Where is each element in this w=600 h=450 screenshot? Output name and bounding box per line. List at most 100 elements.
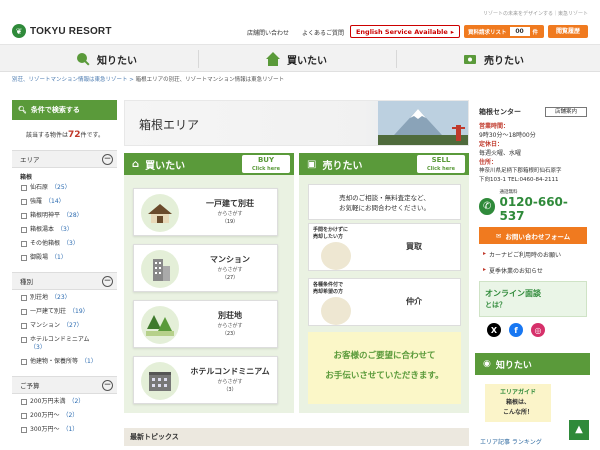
filter-checkbox[interactable]: 200万円～ （2）	[12, 412, 117, 426]
store-inquiry-link[interactable]: 店舗問い合わせ	[247, 28, 289, 37]
filter-checkbox[interactable]: 300万円～ （1）	[12, 426, 117, 440]
main-content: 箱根エリア	[124, 100, 469, 146]
checkbox[interactable]	[21, 323, 27, 329]
buy-card-detached-villa[interactable]: 一戸建て別荘 からさがす （19）	[133, 188, 278, 236]
faq-link[interactable]: よくあるご質問	[302, 28, 344, 37]
chevron-right-icon: ▸	[450, 27, 455, 36]
consult-message: お客様のご要望に合わせて お手伝いさせていただきます。	[308, 332, 461, 404]
checkbox[interactable]	[21, 337, 27, 343]
buy-panel: 一戸建て別荘 からさがす （19） マンション からさがす （27） 別荘地 か…	[124, 175, 294, 413]
checkbox[interactable]	[21, 427, 27, 433]
collapse-icon[interactable]: −	[102, 275, 113, 287]
section-budget-header[interactable]: ご予算 −	[12, 376, 117, 394]
ranking-link[interactable]: エリア記事 ランキング	[480, 437, 542, 446]
breadcrumb-home[interactable]: 別荘、リゾートマンション情報は東急リゾート	[12, 77, 128, 83]
checkbox[interactable]	[21, 255, 27, 261]
leaf-icon: ❦	[12, 24, 26, 38]
sell-tag[interactable]: SELL Click here	[417, 155, 465, 173]
magnifier-icon: ◉	[483, 359, 491, 369]
x-icon[interactable]: X	[487, 323, 501, 337]
sns-links: X f ◎	[475, 317, 590, 337]
arrow-up-icon: ▲	[575, 424, 583, 435]
house-icon	[266, 52, 280, 66]
nav-buy[interactable]: 買いたい	[265, 45, 327, 73]
filter-checkbox[interactable]: 一戸建て別荘 （19）	[12, 308, 117, 322]
magnifier-icon	[77, 53, 90, 66]
area-group-label: 箱根	[20, 174, 33, 181]
logo-text: TOKYU RESORT	[30, 25, 112, 37]
filter-checkbox[interactable]: 箱根湯本 （3）	[12, 226, 117, 240]
area-banner: 箱根エリア	[124, 100, 469, 146]
person-icon	[321, 297, 351, 325]
sell-icon: ▣	[307, 158, 317, 170]
logo[interactable]: ❦ TOKYU RESORT	[12, 24, 112, 38]
breadcrumb: 別荘、リゾートマンション情報は東急リゾート > 箱根エリアの別荘、リゾートマンシ…	[12, 77, 285, 83]
collapse-icon[interactable]: −	[102, 379, 113, 391]
filter-checkbox[interactable]: 御殿場 （1）	[12, 254, 117, 268]
forest-land-icon	[141, 306, 179, 344]
section-type-header[interactable]: 種別 −	[12, 272, 117, 290]
search-icon: 🔍︎	[18, 106, 27, 114]
buy-card-mansion[interactable]: マンション からさがす （27）	[133, 244, 278, 292]
online-meeting-banner[interactable]: オンライン面談 とは？	[479, 281, 587, 317]
mail-icon: ✉	[495, 231, 502, 240]
filter-checkbox[interactable]: その他箱根 （3）	[12, 240, 117, 254]
request-list-button[interactable]: 資料請求リスト 00 件	[464, 25, 544, 38]
free-dial[interactable]: ✆ 通話無料 0120-660-537	[475, 185, 590, 223]
request-count: 00	[509, 27, 530, 36]
filter-checkbox[interactable]: 箱根明神平 （28）	[12, 212, 117, 226]
section-area-header[interactable]: エリア −	[12, 150, 117, 168]
checkbox[interactable]	[21, 185, 27, 191]
store-info-panel: 箱根センター 店舗案内 営業時間： 9時30分～18時00分 定休日： 毎週火曜…	[475, 100, 590, 337]
know-header[interactable]: ◉ 知りたい	[475, 353, 590, 375]
checkbox[interactable]	[21, 413, 27, 419]
mansion-icon	[141, 250, 179, 288]
top-header: リゾートの未来をデザインする｜東急リゾート ❦ TOKYU RESORT 店舗問…	[0, 0, 600, 44]
filter-checkbox[interactable]: ホテルコンドミニアム （3）	[12, 336, 117, 358]
buy-card-land[interactable]: 別荘地 からさがす （23）	[133, 300, 278, 348]
checkbox[interactable]	[21, 199, 27, 205]
car-nav-link[interactable]: ▸ カーナビご利用時のお願い	[475, 244, 590, 259]
filter-checkbox[interactable]: 強羅 （14）	[12, 198, 117, 212]
filter-checkbox[interactable]: 別荘地 （23）	[12, 294, 117, 308]
person-icon	[321, 242, 351, 270]
summer-holiday-link[interactable]: ▸ 夏季休業のお知らせ	[475, 259, 590, 275]
center-title: 箱根センター	[479, 108, 521, 116]
sell-card-brokerage[interactable]: 各種条件付で 売却希望の方 仲介	[308, 278, 461, 326]
history-button[interactable]: 閲覧履歴	[548, 25, 588, 38]
nav-sell[interactable]: 売りたい	[462, 45, 524, 73]
checkbox[interactable]	[21, 295, 27, 301]
checkbox[interactable]	[21, 359, 27, 365]
search-header: 🔍︎ 条件で検索する	[12, 100, 117, 120]
facebook-icon[interactable]: f	[509, 323, 523, 337]
area-title: 箱根エリア	[139, 118, 200, 132]
buy-card-hotel-condo[interactable]: ホテルコンドミニアム からさがす （3）	[133, 356, 278, 404]
checkbox[interactable]	[21, 309, 27, 315]
filter-checkbox[interactable]: 仙石原 （25）	[12, 184, 117, 198]
sell-header[interactable]: ▣ 売りたい SELL Click here	[299, 153, 469, 175]
buy-tag[interactable]: BUY Click here	[242, 155, 290, 173]
contact-form-button[interactable]: ✉ お問い合わせフォーム	[479, 227, 587, 244]
hotel-icon	[141, 362, 179, 400]
filter-checkbox[interactable]: マンション （27）	[12, 322, 117, 336]
area-guide-banner[interactable]: エリアガイド 箱根は、 こんな所！	[485, 384, 551, 422]
filter-checkbox[interactable]: 他建物・保養所等 （1）	[12, 358, 117, 372]
filter-checkbox[interactable]: 200万円未満 （2）	[12, 398, 117, 412]
result-count: 該当する物件は72件です。	[26, 130, 104, 140]
nav-know[interactable]: 知りたい	[75, 45, 137, 73]
house-icon: ⌂	[132, 158, 140, 170]
sell-icon	[464, 55, 476, 64]
checkbox[interactable]	[21, 241, 27, 247]
checkbox[interactable]	[21, 213, 27, 219]
collapse-icon[interactable]: −	[102, 153, 113, 165]
scroll-top-button[interactable]: ▲	[569, 420, 589, 440]
nav-divider	[198, 50, 199, 68]
checkbox[interactable]	[21, 227, 27, 233]
checkbox[interactable]	[21, 399, 27, 405]
english-service-button[interactable]: English Service Available ▸	[350, 25, 460, 38]
instagram-icon[interactable]: ◎	[531, 323, 545, 337]
sell-panel: 売却のご相談・無料査定など、 お気軽にお問合わせください。 手間をかけずに 売却し…	[299, 175, 469, 413]
store-guide-button[interactable]: 店舗案内	[545, 107, 587, 117]
buy-header[interactable]: ⌂ 買いたい BUY Click here	[124, 153, 294, 175]
sell-card-purchase[interactable]: 手間をかけずに 売却したい方 買取	[308, 223, 461, 271]
